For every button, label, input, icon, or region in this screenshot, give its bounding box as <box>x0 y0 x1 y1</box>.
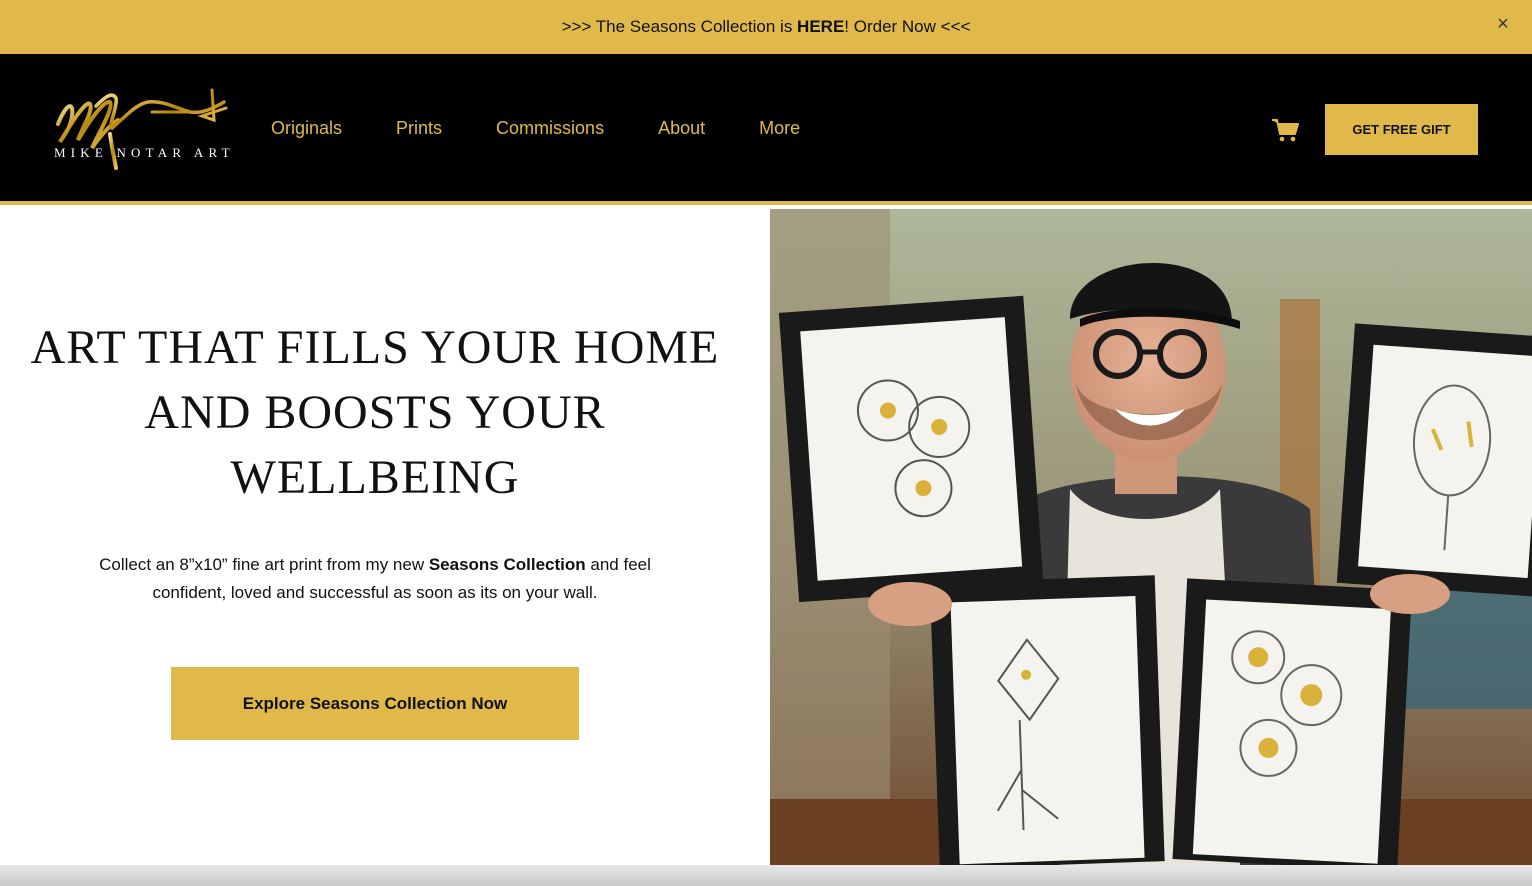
explore-collection-button[interactable]: Explore Seasons Collection Now <box>171 667 579 740</box>
hero-photo <box>770 209 1532 865</box>
nav-item-commissions[interactable]: Commissions <box>496 118 604 139</box>
hero-subcopy: Collect an 8”x10” fine art print from my… <box>99 555 651 602</box>
hero-headline: ART THAT FILLS YOUR HOME AND BOOSTS YOUR… <box>30 321 720 504</box>
nav-item-originals[interactable]: Originals <box>271 118 342 139</box>
nav-item-prints[interactable]: Prints <box>396 118 442 139</box>
logo-wordmark: MIKE NOTAR ART <box>54 145 235 160</box>
get-free-gift-button[interactable]: GET FREE GIFT <box>1325 104 1478 155</box>
site-logo[interactable]: MIKE NOTAR ART <box>52 86 238 172</box>
site-header: MIKE NOTAR ART Originals Prints Commissi… <box>0 54 1532 205</box>
hero-section: ART THAT FILLS YOUR HOME AND BOOSTS YOUR… <box>0 209 770 865</box>
announcement-text[interactable]: >>> The Seasons Collection is HERE! Orde… <box>562 17 971 37</box>
bottom-scroll-area <box>0 865 1532 886</box>
close-icon[interactable]: × <box>1492 13 1514 35</box>
nav-item-more[interactable]: More <box>759 118 800 139</box>
announcement-bar[interactable]: >>> The Seasons Collection is HERE! Orde… <box>0 0 1532 54</box>
main-nav: Originals Prints Commissions About More <box>271 118 854 139</box>
nav-item-about[interactable]: About <box>658 118 705 139</box>
shopping-cart-icon[interactable] <box>1270 117 1300 143</box>
